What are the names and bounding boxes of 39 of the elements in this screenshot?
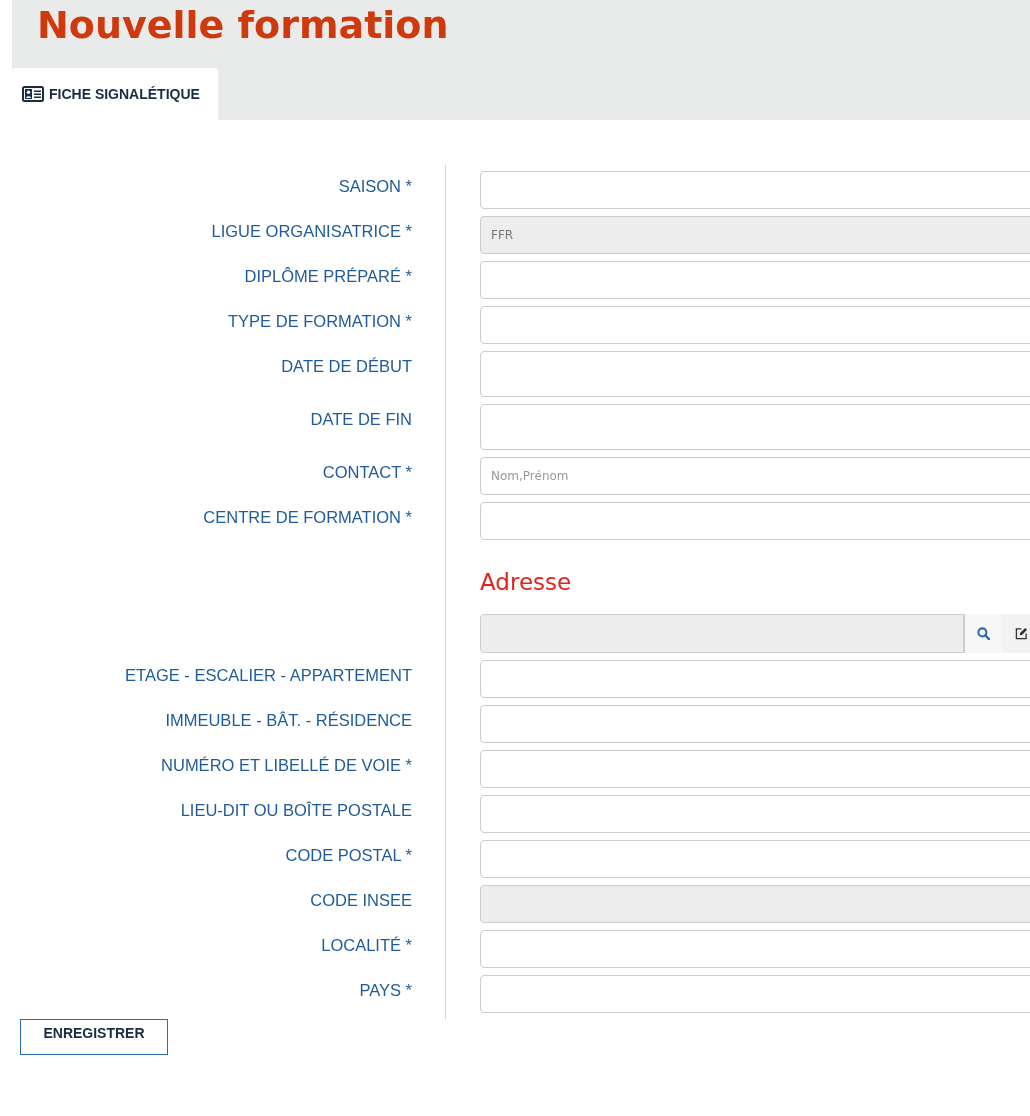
input-field[interactable]: Nom,Prénom xyxy=(480,457,1030,495)
field-label: PAYS * xyxy=(358,980,412,1001)
page-title: Nouvelle formation xyxy=(36,2,450,48)
field-label: LOCALITÉ * xyxy=(320,935,412,956)
input-field[interactable] xyxy=(480,840,1030,878)
field-label: NUMÉRO ET LIBELLÉ DE VOIE * xyxy=(160,755,412,776)
input-field[interactable] xyxy=(480,750,1030,788)
input-field[interactable] xyxy=(480,306,1030,344)
field-label: LIEU-DIT OU BOÎTE POSTALE xyxy=(179,800,412,821)
input-field[interactable] xyxy=(480,404,1030,450)
field-label: CONTACT * xyxy=(321,462,412,483)
input-field[interactable] xyxy=(480,930,1030,968)
field-label: SAISON * xyxy=(337,176,412,197)
field-label: CODE INSEE xyxy=(309,890,412,911)
input-field[interactable] xyxy=(480,351,1030,397)
section-heading: Adresse xyxy=(480,569,572,595)
field-label: DATE DE DÉBUT xyxy=(280,356,412,377)
save-button[interactable]: ENREGISTRER xyxy=(20,1019,168,1055)
field-label: IMMEUBLE - BÂT. - RÉSIDENCE xyxy=(164,710,412,731)
field-label: CODE POSTAL * xyxy=(284,845,412,866)
id-card-icon xyxy=(22,86,44,102)
input-field[interactable] xyxy=(480,502,1030,540)
input-field[interactable] xyxy=(480,705,1030,743)
field-label: TYPE DE FORMATION * xyxy=(227,311,412,332)
input-field[interactable] xyxy=(480,660,1030,698)
input-field[interactable] xyxy=(480,261,1030,299)
field-label: CENTRE DE FORMATION * xyxy=(202,507,412,528)
input-field[interactable] xyxy=(480,171,1030,209)
input-field[interactable] xyxy=(480,795,1030,833)
field-label: ETAGE - ESCALIER - APPARTEMENT xyxy=(124,665,412,686)
input-field[interactable] xyxy=(480,975,1030,1013)
field-label: DATE DE FIN xyxy=(309,409,412,430)
search-button[interactable] xyxy=(964,614,1002,653)
tab[interactable]: FICHE SIGNALÉTIQUE xyxy=(12,68,218,120)
field-label: DIPLÔME PRÉPARÉ * xyxy=(243,266,412,287)
search-icon xyxy=(977,627,990,640)
edit-button[interactable] xyxy=(1002,614,1030,653)
field-label: LIGUE ORGANISATRICE * xyxy=(210,221,412,242)
edit-icon xyxy=(1014,627,1028,640)
